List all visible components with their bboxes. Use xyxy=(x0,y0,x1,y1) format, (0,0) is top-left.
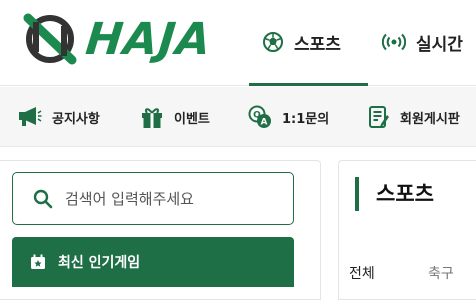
subnav-label-event: 이벤트 xyxy=(174,111,210,127)
site-logo[interactable]: HAJA xyxy=(22,12,214,66)
tab-all[interactable]: 전체 xyxy=(349,263,375,283)
nav-sports[interactable]: 스포츠 xyxy=(262,24,341,60)
nav-label-sports: 스포츠 xyxy=(294,34,341,55)
qa-chat-icon: Q A xyxy=(248,105,271,128)
subnav-label-notice: 공지사항 xyxy=(52,111,100,127)
subnav-label-board: 회원게시판 xyxy=(400,111,460,127)
logo-text: HAJA xyxy=(83,13,214,65)
top-header: HAJA 스포츠 실시간 xyxy=(0,0,476,86)
active-nav-indicator xyxy=(249,83,368,86)
popular-games-label: 최신 인기게임 xyxy=(58,255,141,271)
section-title: 스포츠 xyxy=(376,182,434,206)
section-title-accent xyxy=(355,177,359,211)
popular-games-button[interactable]: 최신 인기게임 xyxy=(12,237,294,287)
megaphone-icon xyxy=(19,107,42,126)
broadcast-icon xyxy=(382,33,406,51)
nav-label-live: 실시간 xyxy=(416,34,463,55)
subnav-item-notice[interactable]: 공지사항 xyxy=(18,105,100,129)
search-box[interactable] xyxy=(12,172,294,225)
subnav-item-inquiry[interactable]: Q A 1:1문의 xyxy=(248,105,329,129)
board-icon xyxy=(369,106,389,128)
soccer-ball-icon xyxy=(263,32,283,52)
search-icon xyxy=(33,189,53,208)
subnav-label-inquiry: 1:1문의 xyxy=(282,111,330,127)
calendar-star-icon xyxy=(31,254,45,269)
subnav-item-board[interactable]: 회원게시판 xyxy=(368,105,460,129)
subnav-item-event[interactable]: 이벤트 xyxy=(140,105,210,129)
search-input[interactable] xyxy=(65,189,265,208)
tab-soccer[interactable]: 축구 xyxy=(428,263,454,283)
svg-text:A: A xyxy=(261,118,268,128)
sub-navigation: 공지사항 이벤트 Q A 1:1문의 회원게시판 xyxy=(0,87,476,147)
nav-live[interactable]: 실시간 xyxy=(382,24,463,60)
gift-icon xyxy=(142,108,162,128)
logo-mark-icon xyxy=(23,13,77,65)
